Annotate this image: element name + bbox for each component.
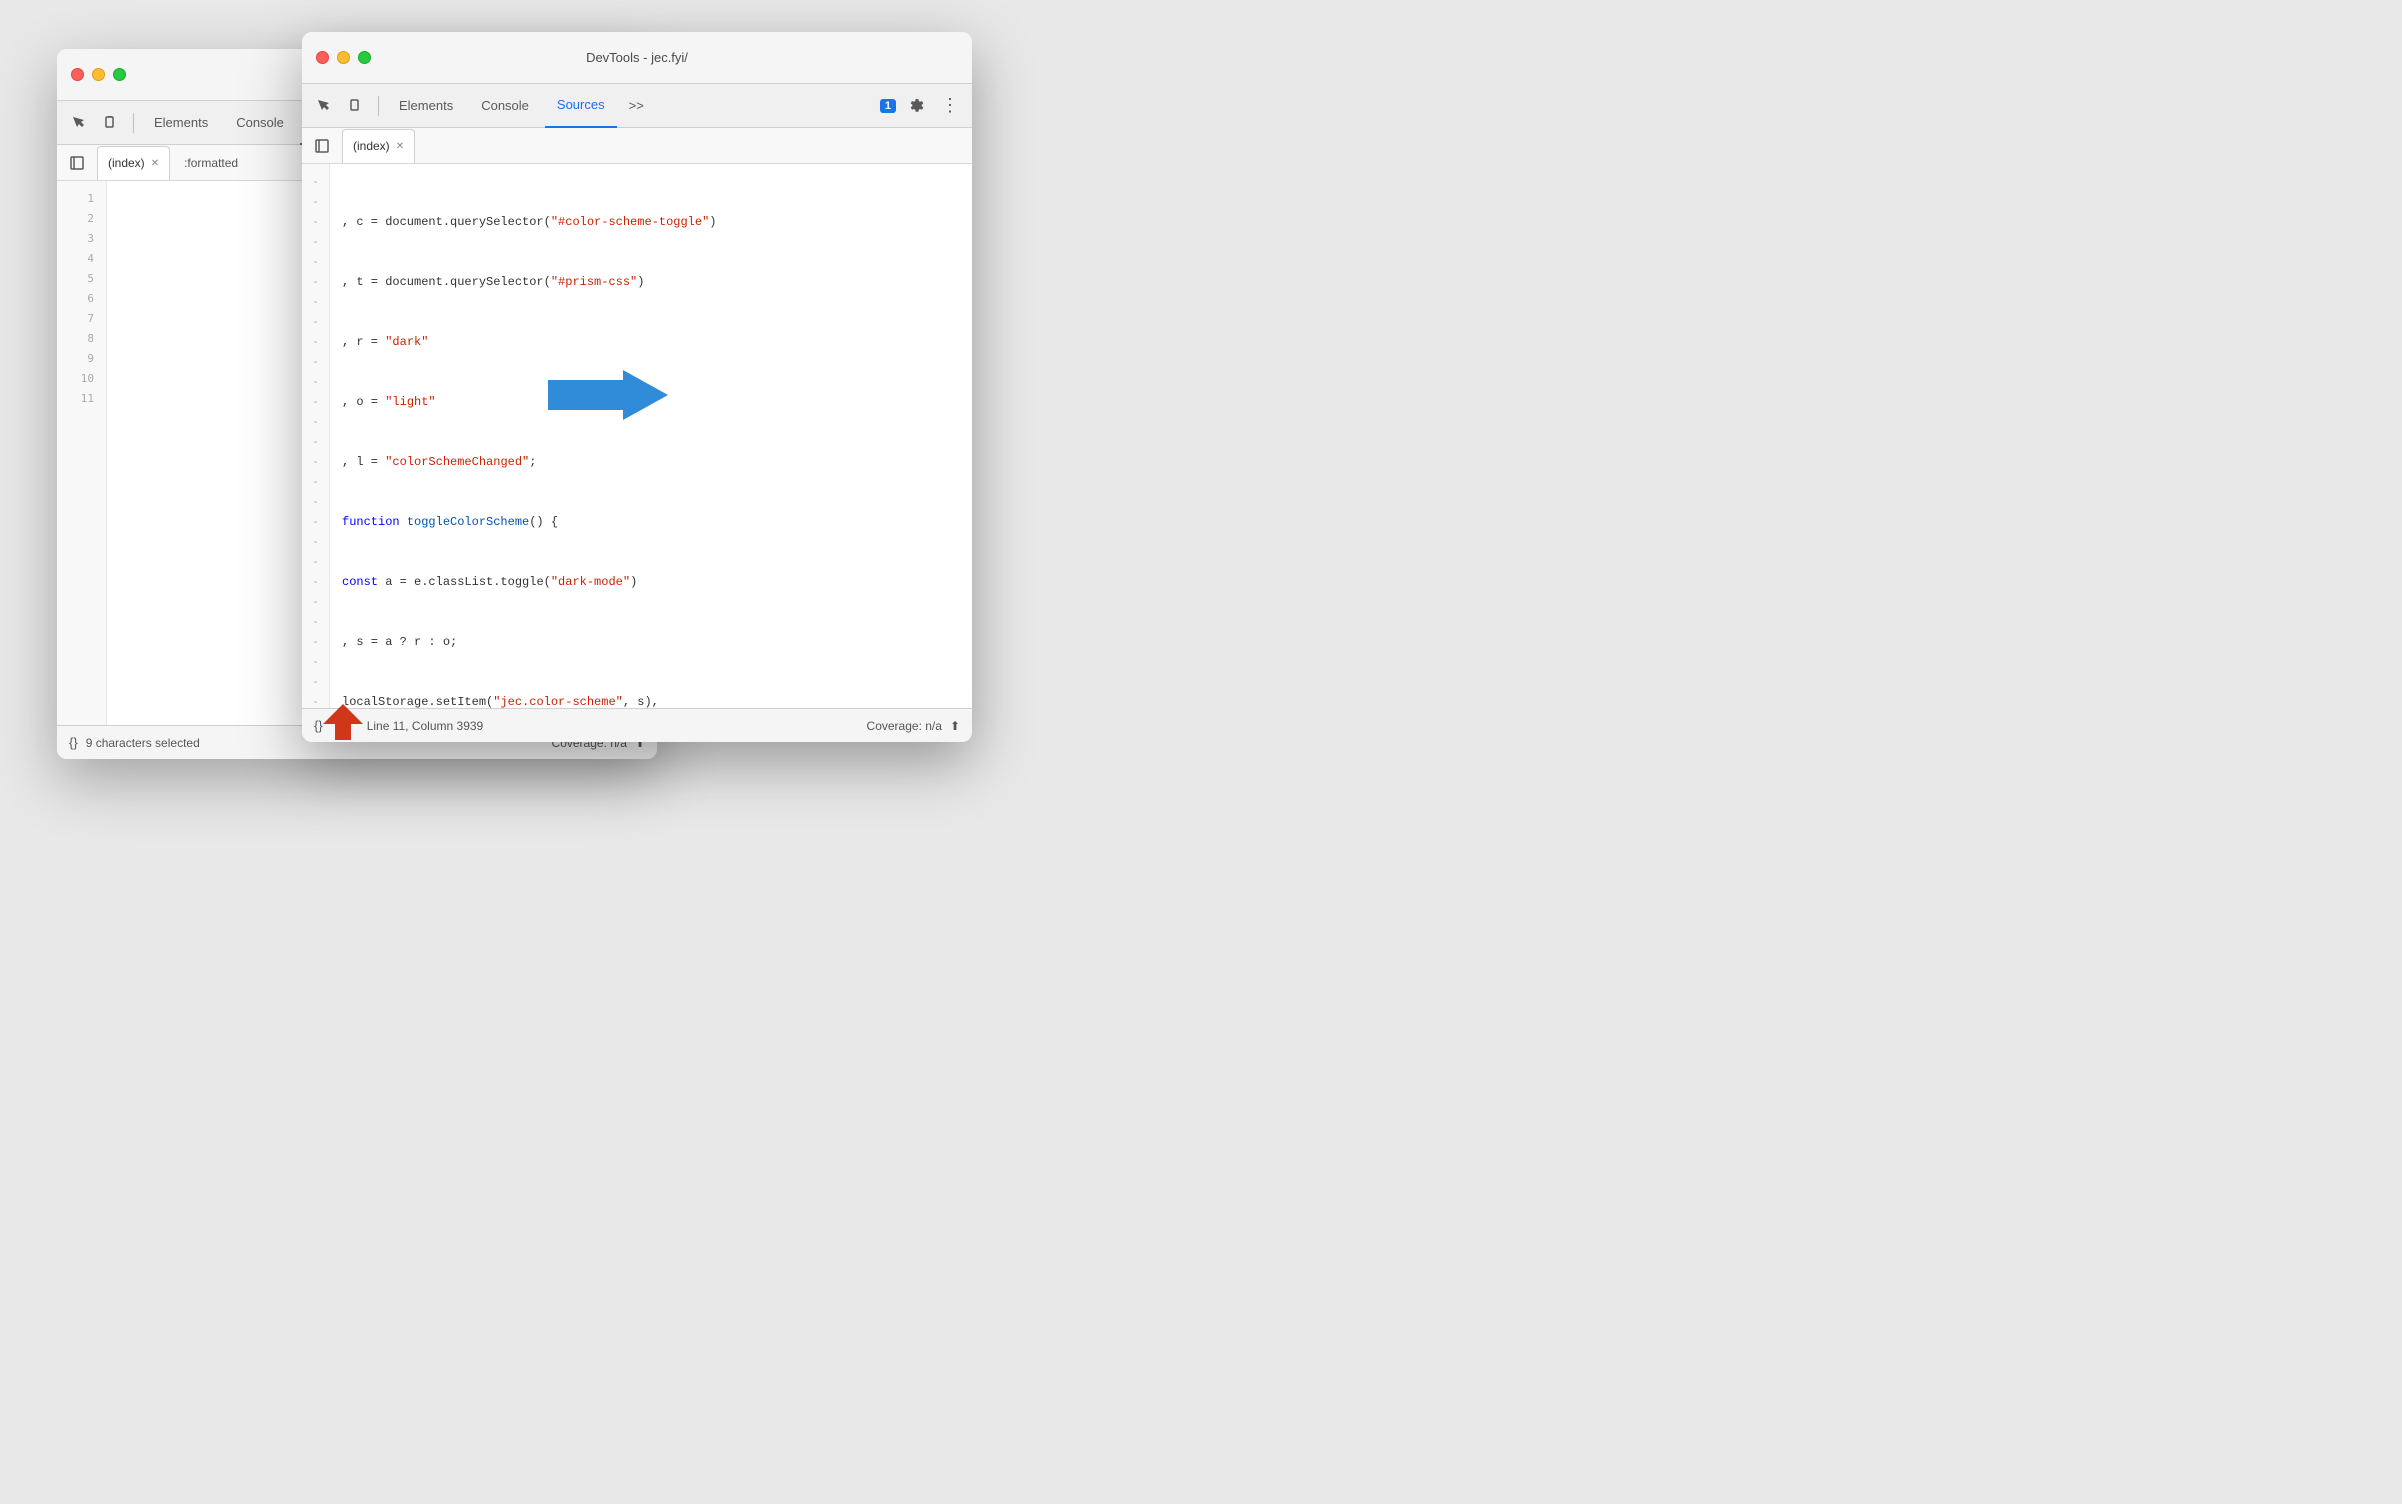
front-line-3: , r = "dark" [342, 332, 960, 352]
tab-console-back[interactable]: Console [224, 101, 296, 145]
status-position-front: Line 11, Column 3939 [367, 719, 484, 733]
front-line-9: localStorage.setItem("jec.color-scheme",… [342, 692, 960, 708]
toolbar-divider-1 [133, 113, 134, 133]
inspect-icon-front[interactable] [310, 92, 338, 120]
statusbar-front: {} Line 11, Column 3939 Coverage: n/a ⬆ [302, 708, 972, 742]
file-tab-index-back[interactable]: (index) ✕ [97, 146, 170, 180]
window-controls-front[interactable] [316, 51, 371, 64]
device-icon[interactable] [97, 109, 125, 137]
file-tab-close-back[interactable]: ✕ [151, 158, 159, 169]
front-line-6: function toggleColorScheme() { [342, 512, 960, 532]
format-icon-front[interactable]: {} [314, 718, 323, 733]
sidebar-toggle-front[interactable] [310, 134, 334, 158]
front-line-2: , t = document.querySelector("#prism-css… [342, 272, 960, 292]
code-area-front: - - - - - - - - - - - - - - - - - - - - … [302, 164, 972, 708]
tab-elements-front[interactable]: Elements [387, 84, 465, 128]
file-tab-close-front[interactable]: ✕ [396, 141, 404, 152]
front-line-7: const a = e.classList.toggle("dark-mode"… [342, 572, 960, 592]
status-left-front: {} Line 11, Column 3939 [314, 718, 483, 733]
toolbar-right-front: 1 ⋮ [880, 92, 964, 120]
line-num-10: 10 [57, 369, 106, 389]
code-content-front[interactable]: , c = document.querySelector("#color-sch… [330, 164, 972, 708]
line-num-3: 3 [57, 229, 106, 249]
tab-elements-back[interactable]: Elements [142, 101, 220, 145]
line-num-9: 9 [57, 349, 106, 369]
format-icon-back[interactable]: {} [69, 735, 78, 750]
status-left-back: {} 9 characters selected [69, 735, 200, 750]
front-line-1: , c = document.querySelector("#color-sch… [342, 212, 960, 232]
line-num-7: 7 [57, 309, 106, 329]
tab-sources-front[interactable]: Sources [545, 84, 617, 128]
coverage-front: Coverage: n/a [867, 719, 942, 733]
front-line-8: , s = a ? r : o; [342, 632, 960, 652]
line-num-11: 11 [57, 389, 106, 409]
line-num-1: 1 [57, 189, 106, 209]
status-text-back: 9 characters selected [86, 736, 200, 750]
toolbar-front: Elements Console Sources >> 1 ⋮ [302, 84, 972, 128]
close-button-back[interactable] [71, 68, 84, 81]
minimize-button-front[interactable] [337, 51, 350, 64]
sidebar-toggle-back[interactable] [65, 151, 89, 175]
titlebar-front: DevTools - jec.fyi/ [302, 32, 972, 84]
red-arrow-icon [323, 704, 363, 740]
maximize-button-back[interactable] [113, 68, 126, 81]
line-numbers-back: 1 2 3 4 5 6 7 8 9 10 11 [57, 181, 107, 725]
tab-more-front[interactable]: >> [621, 98, 652, 113]
device-icon-front[interactable] [342, 92, 370, 120]
filetabs-front: (index) ✕ [302, 128, 972, 164]
coverage-icon-front: ⬆ [950, 719, 960, 733]
more-icon-front[interactable]: ⋮ [936, 92, 964, 120]
close-button-front[interactable] [316, 51, 329, 64]
line-num-5: 5 [57, 269, 106, 289]
toolbar-divider-front-1 [378, 96, 379, 116]
settings-icon-front[interactable] [902, 92, 930, 120]
window-controls-back[interactable] [71, 68, 126, 81]
minimize-button-back[interactable] [92, 68, 105, 81]
line-num-2: 2 [57, 209, 106, 229]
badge-front: 1 [880, 99, 896, 113]
window-title-front: DevTools - jec.fyi/ [586, 50, 688, 65]
gutter-front: - - - - - - - - - - - - - - - - - - - - … [302, 164, 330, 708]
line-num-4: 4 [57, 249, 106, 269]
status-right-front: Coverage: n/a ⬆ [867, 719, 960, 733]
tab-console-front[interactable]: Console [469, 84, 541, 128]
front-line-5: , l = "colorSchemeChanged"; [342, 452, 960, 472]
maximize-button-front[interactable] [358, 51, 371, 64]
file-tab-index-front[interactable]: (index) ✕ [342, 129, 415, 163]
inspect-icon[interactable] [65, 109, 93, 137]
blue-arrow-annotation [548, 365, 668, 425]
file-tab-formatted-back[interactable]: :formatted [174, 146, 248, 180]
line-num-6: 6 [57, 289, 106, 309]
line-num-8: 8 [57, 329, 106, 349]
